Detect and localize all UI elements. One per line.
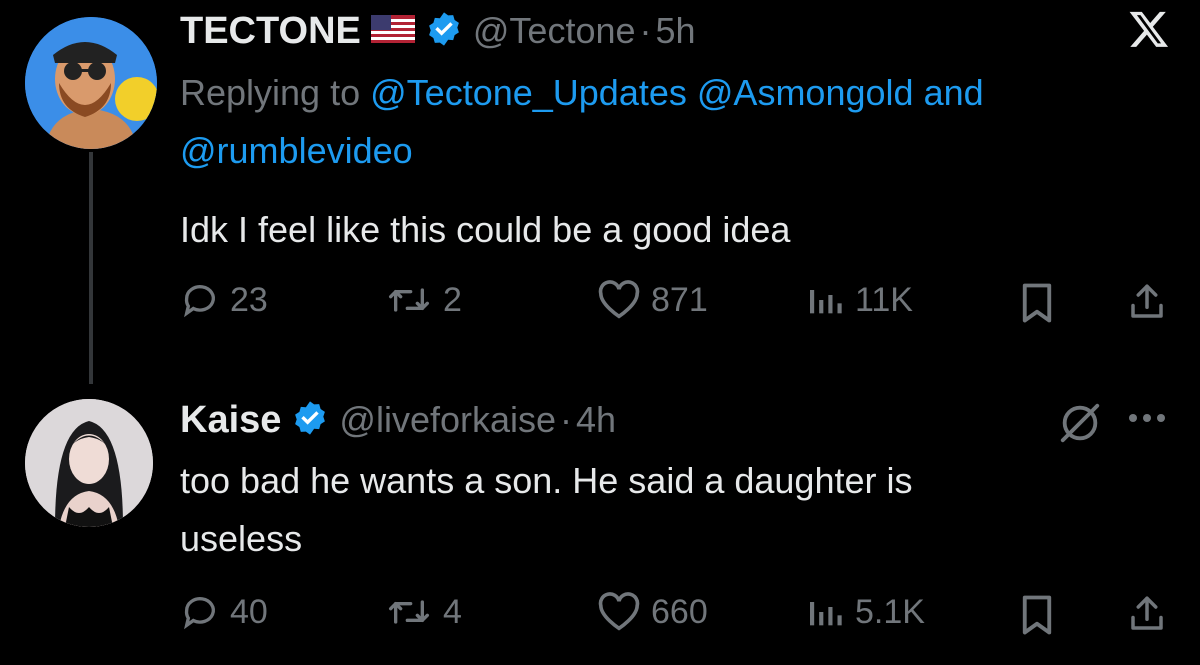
like-icon <box>597 592 641 632</box>
author-name[interactable]: Kaise <box>180 399 281 442</box>
share-button[interactable] <box>1126 280 1168 329</box>
reply-count: 40 <box>230 592 268 631</box>
mention-link[interactable]: @Asmongold <box>697 72 914 113</box>
like-count: 660 <box>651 592 708 631</box>
tweet-time[interactable]: 4h <box>576 399 616 441</box>
mention-link[interactable]: @Tectone_Updates <box>370 72 687 113</box>
repost-count: 2 <box>443 280 462 319</box>
repost-icon <box>385 592 433 632</box>
bookmark-icon <box>1018 283 1056 328</box>
tweet2-text: too bad he wants a son. He said a daught… <box>180 452 1170 568</box>
tweet2-text-line2: useless <box>180 518 303 559</box>
like-count: 871 <box>651 280 708 319</box>
us-flag-icon <box>370 14 415 48</box>
tweet2-text-line1: too bad he wants a son. He said a daught… <box>180 460 913 501</box>
like-button[interactable]: 660 <box>597 592 708 632</box>
views-icon <box>805 280 845 320</box>
bookmark-button[interactable] <box>1018 594 1056 641</box>
more-icon[interactable] <box>1125 408 1169 433</box>
replying-prefix: Replying to <box>180 72 361 113</box>
repost-button[interactable]: 4 <box>385 592 462 632</box>
reply-count: 23 <box>230 280 268 319</box>
reply-icon <box>180 592 220 632</box>
bookmark-button[interactable] <box>1018 282 1056 329</box>
grok-icon[interactable] <box>1055 400 1105 451</box>
mention-and: and <box>923 72 984 113</box>
views-button[interactable]: 5.1K <box>805 592 925 632</box>
views-count: 11K <box>855 280 913 319</box>
repost-button[interactable]: 2 <box>385 280 462 320</box>
tweet1-header: TECTONE @Tectone · 5h <box>180 8 696 54</box>
like-button[interactable]: 871 <box>597 280 708 320</box>
kaise-avatar[interactable] <box>25 399 153 527</box>
like-icon <box>597 280 641 320</box>
replying-to: Replying to @Tectone_Updates @Asmongold … <box>180 64 1180 180</box>
tweet2-header: Kaise @liveforkaise · 4h <box>180 397 616 443</box>
x-logo-icon[interactable] <box>1127 8 1171 55</box>
reply-icon <box>180 280 220 320</box>
mention-link[interactable]: @rumblevideo <box>180 130 413 171</box>
repost-icon <box>385 280 433 320</box>
repost-count: 4 <box>443 592 462 631</box>
separator-dot: · <box>560 399 573 440</box>
tweet-time[interactable]: 5h <box>656 10 696 52</box>
share-button[interactable] <box>1126 592 1168 641</box>
verified-badge-icon <box>425 10 463 53</box>
separator-dot: · <box>639 10 652 51</box>
views-count: 5.1K <box>855 592 925 631</box>
share-icon <box>1126 284 1168 328</box>
views-icon <box>805 592 845 632</box>
tweet1-text: Idk I feel like this could be a good ide… <box>180 209 791 250</box>
author-handle[interactable]: @Tectone <box>473 10 636 52</box>
reply-button[interactable]: 40 <box>180 592 268 632</box>
share-icon <box>1126 596 1168 640</box>
reply-button[interactable]: 23 <box>180 280 268 320</box>
author-handle[interactable]: @liveforkaise <box>339 399 556 441</box>
author-name[interactable]: TECTONE <box>180 10 361 53</box>
thread-line <box>89 152 93 384</box>
verified-badge-icon <box>291 399 329 442</box>
views-button[interactable]: 11K <box>805 280 913 320</box>
bookmark-icon <box>1018 595 1056 640</box>
tectone-avatar[interactable] <box>25 17 157 149</box>
